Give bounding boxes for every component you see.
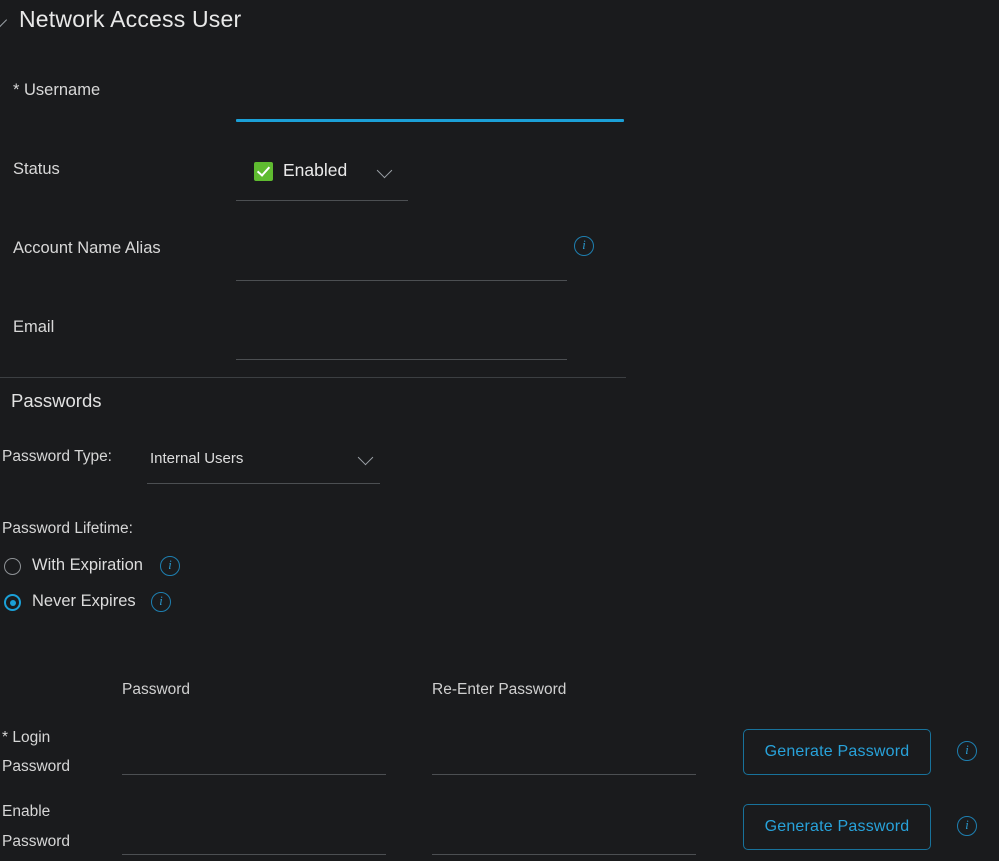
- enable-password-label-line1: Enable: [2, 803, 51, 820]
- email-underline: [236, 359, 567, 360]
- radio-never-expires[interactable]: [4, 594, 21, 611]
- password-type-value[interactable]: Internal Users: [150, 450, 243, 467]
- chevron-down-icon[interactable]: [0, 12, 9, 28]
- password-type-label: Password Type:: [2, 448, 112, 465]
- status-underline: [236, 200, 408, 201]
- radio-with-expiration-label[interactable]: With Expiration: [32, 556, 143, 575]
- account-name-alias-input[interactable]: [238, 256, 563, 274]
- login-password-reenter-input[interactable]: [434, 750, 692, 768]
- enable-password-input[interactable]: [124, 830, 382, 848]
- login-password-reenter-underline: [432, 774, 696, 775]
- chevron-down-icon[interactable]: [377, 164, 393, 180]
- login-password-underline: [122, 774, 386, 775]
- column-header-reenter-password: Re-Enter Password: [432, 681, 567, 698]
- password-lifetime-label: Password Lifetime:: [2, 520, 133, 537]
- login-password-label-line2: Password: [2, 758, 71, 775]
- radio-never-expires-label[interactable]: Never Expires: [32, 592, 136, 611]
- login-password-input[interactable]: [124, 750, 382, 768]
- section-divider: [0, 377, 626, 378]
- email-input[interactable]: [238, 335, 563, 353]
- generate-password-button-login[interactable]: Generate Password: [743, 729, 931, 775]
- page-title: Network Access User: [19, 6, 242, 32]
- password-type-underline: [147, 483, 380, 484]
- info-icon[interactable]: i: [160, 556, 180, 576]
- username-underline: [236, 119, 624, 122]
- section-header[interactable]: Network Access User: [0, 6, 241, 33]
- enable-password-label-line2: Password: [2, 833, 71, 850]
- info-icon[interactable]: i: [151, 592, 171, 612]
- enable-password-underline: [122, 854, 386, 855]
- chevron-down-icon[interactable]: [358, 451, 374, 467]
- radio-with-expiration[interactable]: [4, 558, 21, 575]
- status-label: Status: [13, 160, 60, 178]
- info-icon[interactable]: i: [957, 816, 977, 836]
- generate-password-button-enable[interactable]: Generate Password: [743, 804, 931, 850]
- account-name-alias-label: Account Name Alias: [13, 239, 161, 257]
- login-password-label-line1: * Login: [2, 729, 51, 746]
- enable-password-reenter-underline: [432, 854, 696, 855]
- network-access-user-form: Network Access User * Username Status En…: [0, 0, 999, 861]
- check-icon[interactable]: [254, 162, 273, 181]
- passwords-heading: Passwords: [11, 390, 102, 411]
- info-icon[interactable]: i: [957, 741, 977, 761]
- username-label: * Username: [13, 81, 101, 99]
- status-value[interactable]: Enabled: [283, 160, 347, 181]
- username-input[interactable]: [238, 96, 620, 114]
- email-label: Email: [13, 318, 55, 336]
- enable-password-reenter-input[interactable]: [434, 830, 692, 848]
- info-icon[interactable]: i: [574, 236, 594, 256]
- account-name-alias-underline: [236, 280, 567, 281]
- column-header-password: Password: [122, 681, 191, 698]
